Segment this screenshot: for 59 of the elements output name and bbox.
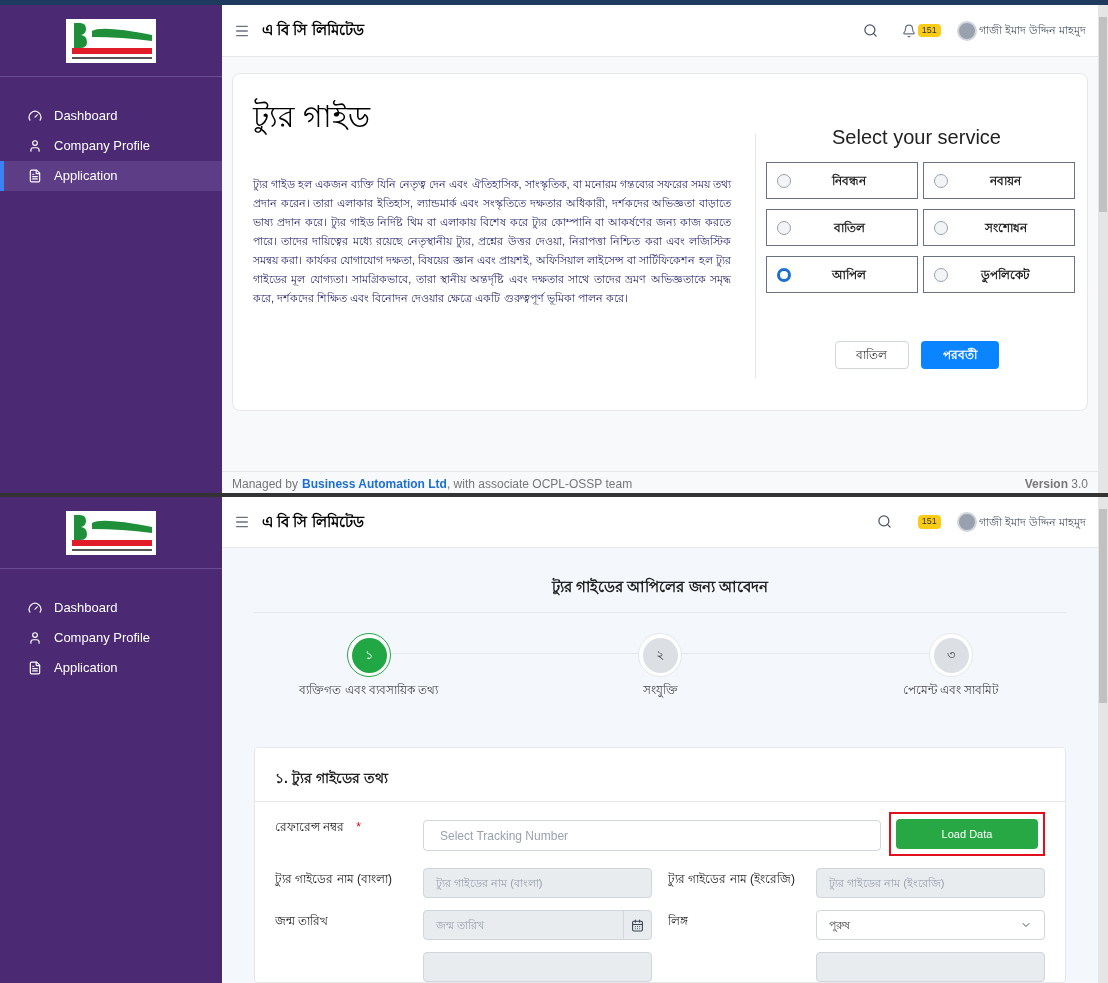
input-field[interactable] bbox=[423, 952, 652, 982]
user-name[interactable]: গাজী ইমাদ উদ্দিন মাহমুদ bbox=[978, 513, 1086, 530]
version-text: Version 3.0 bbox=[1024, 476, 1088, 493]
next-button[interactable]: পরবর্তী bbox=[920, 341, 999, 369]
service-option[interactable]: আপিল bbox=[766, 256, 918, 293]
sidebar-item[interactable]: Dashboard bbox=[0, 593, 222, 623]
input-field[interactable] bbox=[816, 952, 1045, 982]
sidebar-item[interactable]: Company Profile bbox=[0, 131, 222, 161]
cancel-button[interactable]: বাতিল bbox=[834, 341, 909, 369]
search-icon[interactable] bbox=[862, 23, 878, 38]
sidebar-item[interactable]: Application bbox=[0, 161, 222, 191]
company-title: এ বি সি লিমিটেড bbox=[262, 19, 364, 41]
form-title: ট্যুর গাইডের আপিলের জন্য আবেদন bbox=[254, 547, 1066, 613]
radio-button[interactable] bbox=[933, 220, 948, 235]
footer-text: Managed by bbox=[232, 476, 299, 493]
sidebar-item[interactable]: Company Profile bbox=[0, 623, 222, 653]
search-icon[interactable] bbox=[876, 514, 892, 530]
service-option[interactable]: ডুপলিকেট bbox=[922, 256, 1075, 293]
step-item[interactable]: ৩ পেমেন্ট এবং সাবমিট bbox=[866, 633, 1036, 699]
section-title: ১. ট্যুর গাইডের তথ্য bbox=[255, 748, 1065, 802]
select-field[interactable]: পুরুষ bbox=[816, 910, 1045, 940]
sidebar-item[interactable]: Application bbox=[0, 653, 222, 683]
service-option[interactable]: নিবন্ধন bbox=[766, 162, 918, 199]
field-label: লিঙ্গ bbox=[668, 913, 689, 930]
step-item[interactable]: ২ সংযুক্তি bbox=[575, 633, 745, 699]
field-label: রেফারেন্স নম্বর bbox=[275, 819, 345, 836]
footer-text: , with associate OCPL-OSSP team bbox=[446, 476, 633, 493]
service-option[interactable]: সংশোধন bbox=[922, 209, 1075, 246]
radio-button[interactable] bbox=[777, 267, 791, 282]
service-title: Select your service bbox=[832, 125, 1001, 150]
service-option[interactable]: নবায়ন bbox=[922, 162, 1075, 199]
company-link[interactable]: Business Automation Ltd bbox=[302, 475, 447, 493]
field-label: ট্যুর গাইডের নাম (ইংরেজি) bbox=[668, 871, 796, 888]
avatar[interactable] bbox=[956, 511, 977, 532]
required-mark: * bbox=[356, 819, 361, 836]
company-title: এ বি সি লিমিটেড bbox=[262, 511, 364, 532]
avatar[interactable] bbox=[956, 20, 977, 41]
bell-icon[interactable] bbox=[901, 23, 916, 38]
sidebar-icon bbox=[28, 169, 42, 183]
sidebar-icon bbox=[28, 661, 42, 675]
sidebar-item[interactable]: Dashboard bbox=[0, 101, 222, 131]
radio-button[interactable] bbox=[933, 173, 948, 188]
step-item[interactable]: ১ ব্যক্তিগত এবং ব্যবসায়িক তথ্য bbox=[284, 633, 454, 699]
user-name[interactable]: গাজী ইমাদ উদ্দিন মাহমুদ bbox=[978, 22, 1086, 39]
field-label: জন্ম তারিখ bbox=[275, 913, 330, 930]
description-text: ট্যুর গাইড হল একজন ব্যক্তি যিনি নেতৃত্ব দেন এবং ঐতিহাসিক, সাংস্কৃতিক, বা মনোরম গন্তব্যের সফরের সময় তথ্য প্রদান করেন। তারা এলাকার ইতিহাস, ল্যান্ডমার্ক এবং সংস্কৃতিতে দক্ষতার অধিকারী, দর্শকদের অভিজ্ঞতা বাড়াতে ভাষ্য প্রদান করে। ট্যুর গাইড নির্দিষ্ট থিম বা এলাকায় বিশেষ করে ট্যুর কোম্পানি বা আকর্ষণের জন্য কাজ করতে পারে। তাদের দায়িত্বের মধ্যে রয়েছে নেতৃস্থানীয় ট্যুর, প্রশ্নের উত্তর দেওয়া, নিরাপত্তা নিশ্চিত করা এবং লজিস্টিক সমন্বয় করা। কার্যকর যোগাযোগ দক্ষতা, বিষয়ের জ্ঞান এবং প্রায়শই, অফিসিয়াল লাইসেন্স বা সার্টিফিকেশন হল ট্যুর গাইডের মূল যোগ্যতা। সামগ্রিকভাবে, তারা স্থানীয় অন্তর্দৃষ্টি এবং দক্ষতার সাথে তাদের ভ্রমণ অভিজ্ঞতাকে সমৃদ্ধ করে, দর্শকদের শিক্ষিত এবং বিনোদন দেওয়ার ক্ষেত্রে একটি গুরুত্বপূর্ণ ভূমিকা পালন করে। bbox=[253, 177, 731, 307]
sidebar-icon bbox=[28, 601, 42, 615]
radio-button[interactable] bbox=[777, 173, 791, 188]
page-heading: ট্যুর গাইড bbox=[253, 97, 372, 137]
radio-button[interactable] bbox=[933, 267, 948, 282]
field-label: ট্যুর গাইডের নাম (বাংলা) bbox=[275, 871, 393, 888]
sidebar-icon bbox=[28, 139, 42, 153]
notification-badge: 151 bbox=[917, 515, 941, 529]
radio-button[interactable] bbox=[777, 220, 791, 235]
sidebar-icon bbox=[28, 631, 42, 645]
notification-badge: 151 bbox=[917, 23, 941, 38]
service-option[interactable]: বাতিল bbox=[766, 209, 918, 246]
sidebar-icon bbox=[28, 109, 42, 123]
calendar-icon bbox=[631, 918, 644, 932]
